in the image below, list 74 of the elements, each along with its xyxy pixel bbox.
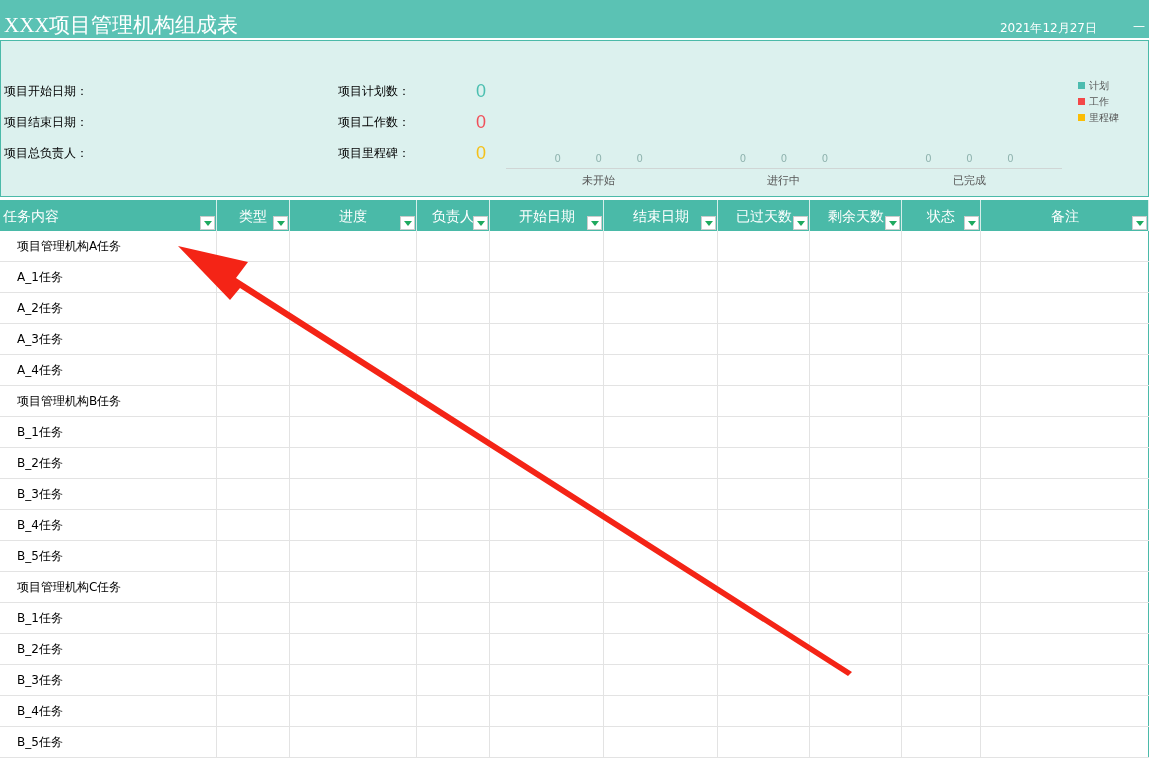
filter-dropdown-button[interactable]: [885, 216, 900, 230]
category-label: 未开始: [582, 174, 616, 188]
task-name: A_2任务: [17, 299, 63, 317]
filter-dropdown-button[interactable]: [473, 216, 488, 230]
task-name: B_3任务: [17, 671, 63, 689]
filter-dropdown-button[interactable]: [701, 216, 716, 230]
task-name: B_4任务: [17, 516, 63, 534]
header-label: 备注: [1050, 206, 1079, 225]
task-name: B_5任务: [17, 547, 63, 565]
filter-dropdown-button[interactable]: [200, 216, 215, 230]
data-label: 0: [1006, 153, 1015, 165]
task-name: A_3任务: [17, 330, 63, 348]
filter-dropdown-button[interactable]: [793, 216, 808, 230]
task-name: 项目管理机构B任务: [17, 392, 122, 410]
data-label: 0: [780, 153, 788, 165]
filter-dropdown-button[interactable]: [964, 216, 979, 230]
task-name: B_4任务: [17, 702, 63, 720]
field-label: 项目开始日期：: [4, 83, 89, 100]
caret-icon: [590, 220, 599, 226]
filter-dropdown-button[interactable]: [400, 216, 415, 230]
data-label: 0: [965, 153, 974, 165]
caret-icon: [476, 220, 485, 226]
filter-dropdown-button[interactable]: [1132, 216, 1147, 230]
field-label: 项目结束日期：: [4, 114, 89, 131]
category-label: 进行中: [767, 174, 801, 188]
header-label: 结束日期: [632, 206, 689, 225]
sheet-title: XXX项目管理机构组成表: [3, 12, 239, 38]
count-label: 项目计划数：: [338, 83, 411, 100]
caret-icon: [888, 220, 897, 226]
caret-icon: [1135, 220, 1144, 226]
date-label: 2021年12月27日: [999, 20, 1097, 37]
count-value: 0: [476, 113, 486, 131]
header-label: 已过天数: [735, 206, 792, 225]
filter-dropdown-button[interactable]: [587, 216, 602, 230]
field-label: 项目总负责人：: [4, 145, 89, 162]
data-label: 0: [739, 153, 747, 165]
count-value: 0: [476, 144, 486, 162]
caret-icon: [403, 220, 412, 226]
task-name: B_2任务: [17, 640, 63, 658]
legend-label: 工作: [1089, 94, 1109, 109]
count-value: 0: [476, 82, 486, 100]
caret-icon: [967, 220, 976, 226]
task-name: B_2任务: [17, 454, 63, 472]
header-label: 负责人: [432, 206, 474, 225]
task-name: A_1任务: [17, 268, 63, 286]
header-label: 开始日期: [518, 206, 575, 225]
task-name: B_1任务: [17, 423, 63, 441]
task-name: B_1任务: [17, 609, 63, 627]
task-name: A_4任务: [17, 361, 63, 379]
header-label: 状态: [927, 206, 955, 225]
data-label: 0: [635, 153, 644, 165]
task-name: 项目管理机构A任务: [17, 237, 122, 255]
caret-icon: [276, 220, 285, 226]
category-label: 已完成: [952, 174, 986, 188]
caret-icon: [796, 220, 805, 226]
data-label: 0: [821, 153, 829, 165]
filter-dropdown-button[interactable]: [273, 216, 288, 230]
header-label: 剩余天数: [827, 206, 884, 225]
task-name: B_3任务: [17, 485, 63, 503]
header-label: 任务内容: [3, 206, 59, 225]
data-label: 0: [924, 153, 933, 165]
data-label: 0: [594, 153, 603, 165]
task-name: 项目管理机构C任务: [17, 578, 122, 596]
data-label: 0: [553, 153, 562, 165]
dash-mark: —: [1132, 18, 1146, 35]
task-name: B_5任务: [17, 733, 63, 751]
legend-label: 里程碑: [1089, 110, 1119, 125]
caret-icon: [704, 220, 713, 226]
count-label: 项目工作数：: [338, 114, 411, 131]
legend-label: 计划: [1089, 78, 1109, 93]
header-label: 类型: [239, 206, 267, 225]
caret-icon: [203, 220, 212, 226]
header-label: 进度: [339, 206, 367, 225]
count-label: 项目里程碑：: [338, 145, 411, 162]
